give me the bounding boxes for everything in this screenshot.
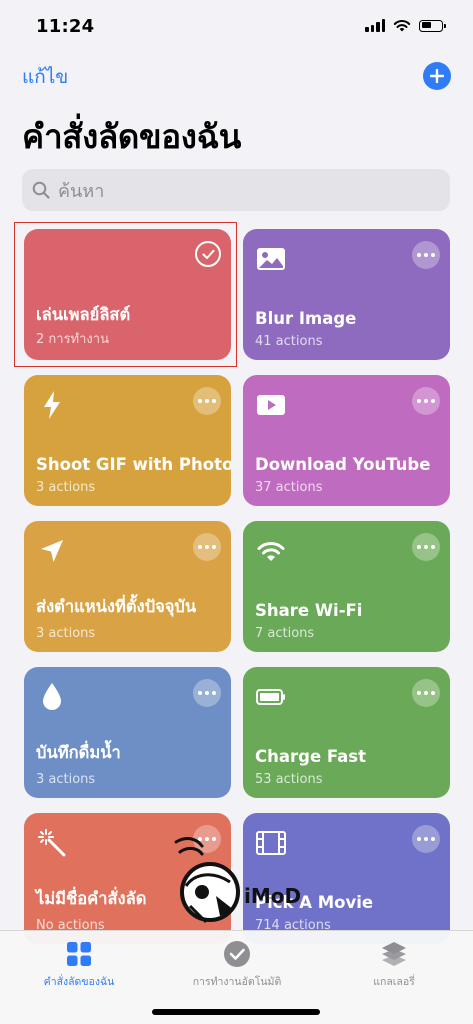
shortcut-action-count: 53 actions (255, 772, 323, 787)
more-options-button[interactable] (412, 825, 440, 853)
shortcut-title: ไม่มีชื่อคำสั่งลัด (36, 889, 147, 908)
imod-logo-watermark (174, 837, 240, 924)
shortcut-action-count: 3 actions (36, 772, 96, 787)
shortcut-title: Charge Fast (255, 747, 367, 766)
shortcut-title: ส่งตำแหน่งที่ตั้งปัจจุบัน (36, 597, 197, 616)
more-options-button[interactable] (412, 679, 440, 707)
shortcut-action-count: 3 actions (36, 480, 96, 495)
tab-label: คำสั่งลัดของฉัน (43, 976, 115, 988)
shortcut-tile[interactable]: Share Wi-Fi 7 actions (243, 521, 450, 652)
tab-label: แกลเลอรี่ (373, 976, 415, 988)
shortcut-title: Shoot GIF with Photos (36, 455, 231, 474)
battery-icon (255, 681, 287, 713)
image-icon (255, 243, 287, 275)
more-options-button[interactable] (193, 679, 221, 707)
magic-wand-icon (36, 827, 68, 859)
more-options-button[interactable] (412, 241, 440, 269)
tab-label: การทำงานอัตโนมัติ (192, 976, 282, 988)
shortcut-action-count: 3 actions (36, 626, 96, 641)
shortcut-title: Blur Image (255, 309, 357, 328)
shortcut-title: Download YouTube (255, 455, 431, 474)
shortcut-title: Share Wi-Fi (255, 601, 363, 620)
clock-icon (222, 939, 252, 969)
wifi-icon (255, 535, 287, 567)
more-options-button[interactable] (412, 387, 440, 415)
tab-my-shortcuts[interactable]: คำสั่งลัดของฉัน (0, 939, 158, 999)
shortcut-tile[interactable]: ส่งตำแหน่งที่ตั้งปัจจุบัน 3 actions (24, 521, 231, 652)
shortcut-tile[interactable]: บันทึกดื่มน้ำ 3 actions (24, 667, 231, 798)
home-indicator[interactable] (152, 1009, 320, 1015)
grid-icon (64, 939, 94, 969)
more-options-button[interactable] (193, 533, 221, 561)
selection-highlight (14, 222, 237, 367)
tab-gallery[interactable]: แกลเลอรี่ (315, 939, 473, 999)
more-options-button[interactable] (193, 387, 221, 415)
shortcut-action-count: 41 actions (255, 334, 323, 349)
water-drop-icon (36, 681, 68, 713)
play-icon (255, 389, 287, 421)
shortcut-tile[interactable]: Charge Fast 53 actions (243, 667, 450, 798)
shortcut-tile[interactable]: Download YouTube 37 actions (243, 375, 450, 506)
shortcut-tile[interactable]: Shoot GIF with Photos 3 actions (24, 375, 231, 506)
more-options-button[interactable] (412, 533, 440, 561)
shortcut-tile[interactable]: Blur Image 41 actions (243, 229, 450, 360)
location-arrow-icon (36, 535, 68, 567)
layers-icon (379, 939, 409, 969)
watermark-text: iMoD (244, 884, 302, 908)
bolt-icon (36, 389, 68, 421)
shortcut-title: บันทึกดื่มน้ำ (36, 743, 121, 762)
shortcut-action-count: 7 actions (255, 626, 315, 641)
tab-automation[interactable]: การทำงานอัตโนมัติ (158, 939, 316, 999)
shortcut-action-count: 37 actions (255, 480, 323, 495)
